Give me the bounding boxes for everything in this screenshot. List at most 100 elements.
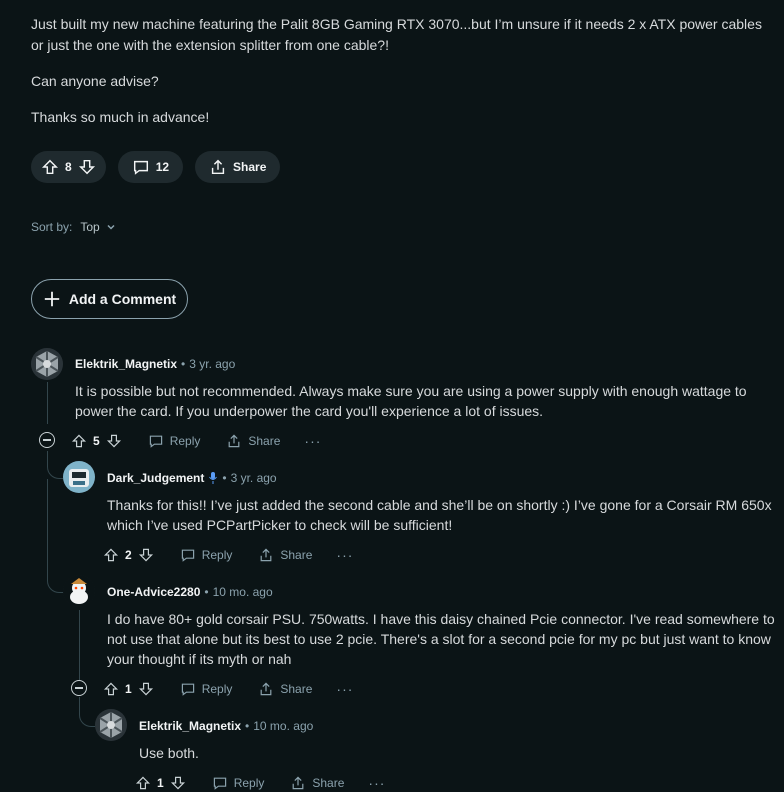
comment-icon bbox=[149, 435, 162, 448]
avatar[interactable] bbox=[95, 709, 127, 741]
username[interactable]: Elektrik_Magnetix bbox=[75, 357, 177, 371]
vote-count: 1 bbox=[125, 682, 132, 696]
reply-label: Reply bbox=[233, 776, 265, 790]
timestamp[interactable]: 10 mo. ago bbox=[213, 585, 273, 599]
vote-group: 1 bbox=[103, 681, 154, 697]
comment-header: Dark_Judgement • 3 yr. ago bbox=[107, 471, 277, 485]
username[interactable]: One-Advice2280 bbox=[107, 585, 200, 599]
post-action-bar: 8 12 Share bbox=[31, 151, 281, 183]
downvote-icon[interactable] bbox=[170, 775, 186, 791]
reply-label: Reply bbox=[201, 548, 233, 562]
share-icon bbox=[260, 682, 272, 696]
comment-text: I do have 80+ gold corsair PSU. 750watts… bbox=[107, 611, 775, 667]
timestamp[interactable]: 3 yr. ago bbox=[189, 357, 235, 371]
comment-header: One-Advice2280 • 10 mo. ago bbox=[107, 585, 273, 599]
share-label: Share bbox=[280, 682, 313, 696]
post-paragraph: Thanks so much in advance! bbox=[31, 109, 210, 125]
share-button[interactable]: Share bbox=[290, 775, 344, 791]
downvote-icon[interactable] bbox=[78, 158, 96, 176]
post-paragraph: Just built my new machine featuring the … bbox=[31, 16, 762, 53]
add-comment-button[interactable]: Add a Comment bbox=[31, 279, 188, 319]
reply-button[interactable]: Reply bbox=[148, 433, 201, 449]
sort-dropdown[interactable]: Top bbox=[80, 220, 115, 234]
vote-group: 5 bbox=[71, 433, 122, 449]
comment-text: Use both. bbox=[139, 745, 199, 761]
comment-actions: 1 Reply Share ··· bbox=[135, 772, 385, 792]
avatar[interactable] bbox=[63, 575, 95, 607]
more-options-button[interactable]: ··· bbox=[336, 681, 353, 697]
comment-icon bbox=[133, 160, 148, 175]
thread-line bbox=[79, 610, 80, 680]
avatar-image bbox=[63, 575, 95, 607]
avatar[interactable] bbox=[63, 461, 95, 493]
reply-button[interactable]: Reply bbox=[212, 775, 265, 791]
upvote-icon[interactable] bbox=[41, 158, 59, 176]
comments-button[interactable]: 12 bbox=[117, 151, 184, 183]
timestamp[interactable]: 10 mo. ago bbox=[253, 719, 313, 733]
upvote-icon[interactable] bbox=[135, 775, 151, 791]
comment-header: Elektrik_Magnetix • 3 yr. ago bbox=[75, 357, 235, 371]
sort-value: Top bbox=[80, 220, 100, 234]
downvote-icon[interactable] bbox=[138, 681, 154, 697]
microphone-icon bbox=[209, 472, 218, 484]
comment-text: Thanks for this!! I’ve just added the se… bbox=[107, 497, 772, 533]
share-label: Share bbox=[233, 160, 267, 174]
vote-group: 1 bbox=[135, 775, 186, 791]
reply-label: Reply bbox=[201, 682, 233, 696]
comment-actions: 1 Reply Share ··· bbox=[103, 678, 353, 700]
username[interactable]: Elektrik_Magnetix bbox=[139, 719, 241, 733]
collapse-thread-button[interactable] bbox=[39, 432, 55, 448]
share-button[interactable]: Share bbox=[226, 433, 280, 449]
share-button[interactable]: Share bbox=[258, 547, 312, 563]
avatar-image bbox=[31, 348, 63, 380]
collapse-thread-button[interactable] bbox=[71, 680, 87, 696]
username[interactable]: Dark_Judgement bbox=[107, 471, 204, 485]
comment-text: It is possible but not recommended. Alwa… bbox=[75, 383, 747, 419]
thread-line bbox=[47, 382, 48, 424]
comment-actions: 2 Reply Share ··· bbox=[103, 544, 353, 566]
reply-button[interactable]: Reply bbox=[180, 681, 233, 697]
separator: • bbox=[181, 357, 186, 371]
vote-count: 2 bbox=[125, 548, 132, 562]
upvote-icon[interactable] bbox=[103, 681, 119, 697]
vote-group: 2 bbox=[103, 547, 154, 563]
avatar-image bbox=[63, 461, 95, 493]
timestamp[interactable]: 3 yr. ago bbox=[231, 471, 277, 485]
post-body: Just built my new machine featuring the … bbox=[31, 14, 771, 143]
thread-line bbox=[47, 479, 48, 563]
vote-count: 5 bbox=[93, 434, 100, 448]
upvote-icon[interactable] bbox=[103, 547, 119, 563]
reply-button[interactable]: Reply bbox=[180, 547, 233, 563]
comment-header: Elektrik_Magnetix • 10 mo. ago bbox=[139, 719, 313, 733]
more-options-button[interactable]: ··· bbox=[336, 547, 353, 563]
comment-icon bbox=[181, 549, 194, 562]
downvote-icon[interactable] bbox=[106, 433, 122, 449]
share-label: Share bbox=[280, 548, 313, 562]
upvote-icon[interactable] bbox=[71, 433, 87, 449]
chevron-down-icon bbox=[107, 224, 115, 230]
post-vote-pill: 8 bbox=[31, 151, 106, 183]
more-options-button[interactable]: ··· bbox=[368, 775, 385, 791]
vote-count: 1 bbox=[157, 776, 164, 790]
more-options-button[interactable]: ··· bbox=[304, 433, 321, 449]
share-icon bbox=[260, 548, 272, 562]
share-icon bbox=[228, 434, 240, 448]
share-button[interactable]: Share bbox=[258, 681, 312, 697]
share-icon bbox=[211, 159, 225, 175]
post-paragraph: Can anyone advise? bbox=[31, 73, 159, 89]
comment-count: 12 bbox=[155, 160, 170, 174]
sort-control: Sort by: Top bbox=[31, 220, 116, 234]
plus-icon bbox=[44, 291, 60, 307]
share-label: Share bbox=[312, 776, 345, 790]
share-icon bbox=[292, 776, 304, 790]
post-vote-count: 8 bbox=[65, 160, 72, 174]
avatar[interactable] bbox=[31, 348, 63, 380]
reply-label: Reply bbox=[169, 434, 201, 448]
separator: • bbox=[204, 585, 209, 599]
comment-icon bbox=[213, 777, 226, 790]
separator: • bbox=[222, 471, 227, 485]
share-button[interactable]: Share bbox=[195, 151, 281, 183]
separator: • bbox=[245, 719, 250, 733]
downvote-icon[interactable] bbox=[138, 547, 154, 563]
sort-label: Sort by: bbox=[31, 220, 73, 234]
